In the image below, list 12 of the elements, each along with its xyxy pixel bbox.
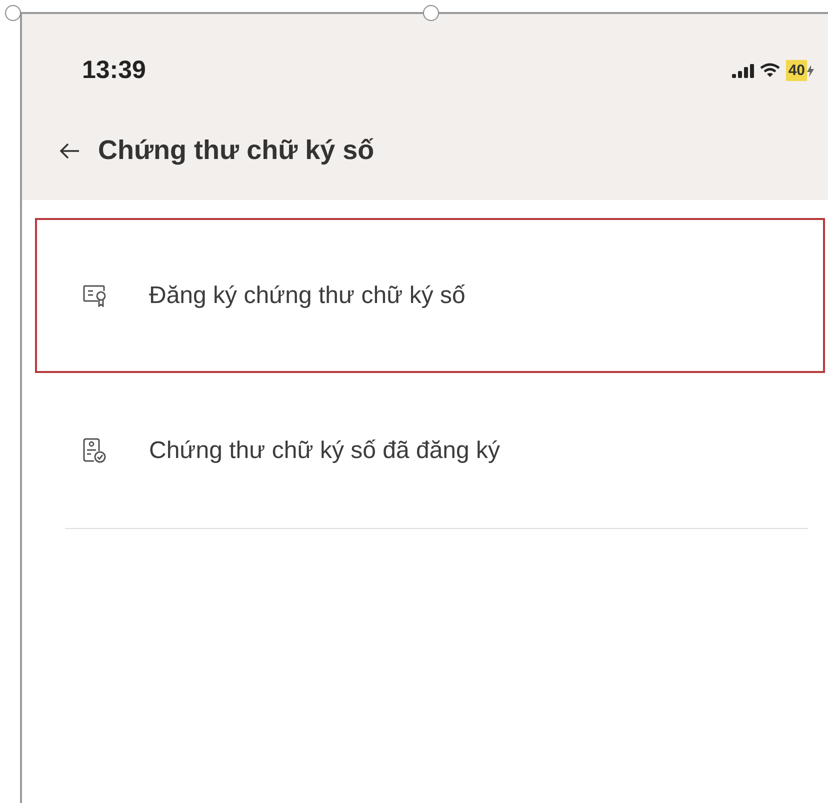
id-card-check-icon [83, 438, 107, 464]
menu-item[interactable]: Đăng ký chứng thư chữ ký số [35, 218, 825, 373]
menu-item[interactable]: Chứng thư chữ ký số đã đăng ký [35, 373, 825, 528]
certificate-icon [83, 284, 107, 306]
wifi-icon [760, 63, 780, 78]
battery-level: 40 [786, 60, 807, 81]
resize-handle[interactable] [5, 5, 21, 21]
screen-title: Chứng thư chữ ký số [98, 135, 374, 166]
signal-icon [732, 64, 754, 78]
resize-handle[interactable] [423, 5, 439, 21]
status-time: 13:39 [82, 56, 146, 85]
back-icon[interactable] [60, 142, 80, 158]
